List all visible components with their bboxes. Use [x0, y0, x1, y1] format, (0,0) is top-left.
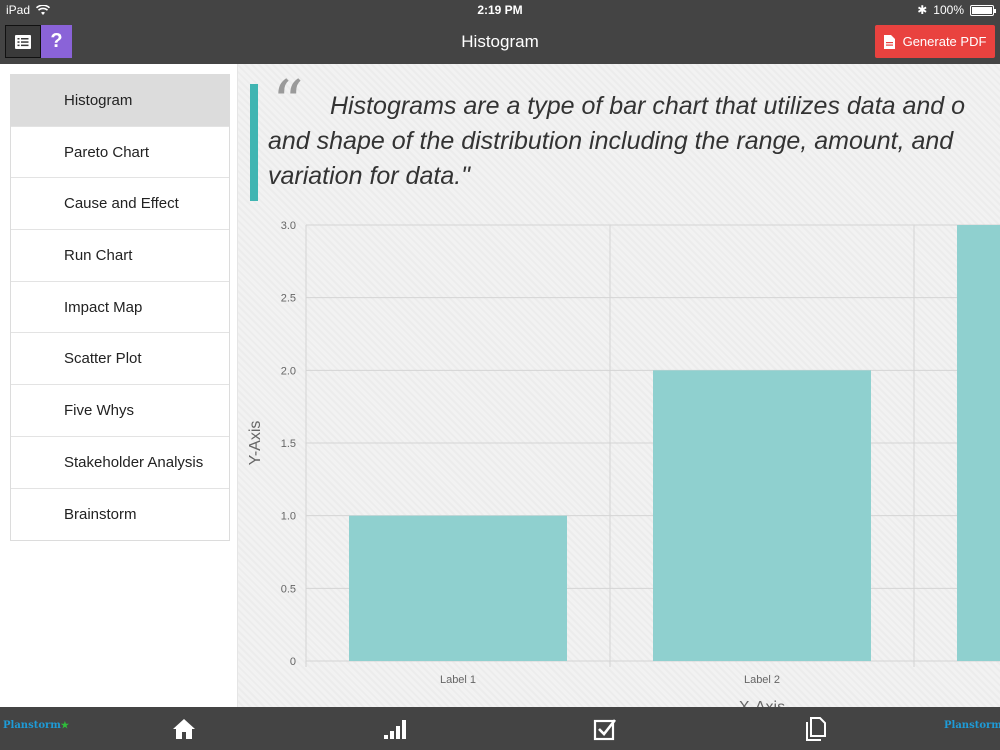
brand-logo-left: Planstorm★: [3, 720, 69, 731]
sidebar-item-pareto-chart[interactable]: Pareto Chart: [11, 126, 229, 179]
bluetooth-icon: ✱: [917, 3, 928, 17]
sidebar-item-run-chart[interactable]: Run Chart: [11, 230, 229, 282]
help-button[interactable]: ?: [41, 25, 72, 58]
y-axis-title: Y-Axis: [247, 421, 264, 466]
sidebar-item-impact-map[interactable]: Impact Map: [11, 281, 229, 334]
battery-icon: [970, 4, 996, 16]
sidebar-item-histogram[interactable]: Histogram: [11, 75, 229, 127]
quote-line-2: and shape of the distribution including …: [268, 127, 954, 155]
sidebar-item-cause-and-effect[interactable]: Cause and Effect: [11, 178, 229, 231]
y-tick-label: 1.5: [281, 438, 296, 450]
brand-logo-right: Planstorm★: [944, 720, 1000, 731]
sidebar-item-brainstorm[interactable]: Brainstorm: [11, 488, 229, 541]
description-quote: Histograms are a type of bar chart that …: [268, 89, 1000, 194]
sidebar-item-stakeholder-analysis[interactable]: Stakeholder Analysis: [11, 436, 229, 489]
home-icon[interactable]: [172, 717, 196, 741]
status-bar: iPad 2:19 PM ✱ 100%: [0, 0, 1000, 20]
y-tick-label: 2.0: [281, 365, 296, 377]
quote-line-1: Histograms are a type of bar chart that …: [330, 92, 966, 120]
list-icon: [15, 34, 31, 49]
bottom-tab-bar: Planstorm★ Planstorm★: [0, 707, 1000, 750]
histogram-bar[interactable]: [957, 225, 1000, 661]
sidebar-item-scatter-plot[interactable]: Scatter Plot: [11, 333, 229, 386]
documents-icon[interactable]: [804, 717, 828, 741]
nav-bar: ? Histogram Generate PDF: [0, 20, 1000, 64]
histogram-bar[interactable]: [653, 370, 871, 661]
page-title: Histogram: [461, 32, 539, 51]
x-tick-label: Label 2: [744, 674, 780, 686]
status-time: 2:19 PM: [477, 3, 523, 17]
x-tick-label: Label 1: [440, 674, 476, 686]
quote-line-3: variation for data.": [268, 162, 471, 190]
pdf-document-icon: [883, 34, 895, 49]
chart-type-list: Histogram Pareto Chart Cause and Effect …: [10, 74, 230, 542]
signal-bars-icon[interactable]: [383, 717, 407, 741]
y-tick-label: 2.5: [281, 293, 296, 305]
generate-pdf-button[interactable]: Generate PDF: [875, 25, 995, 58]
histogram-chart: 0 0.5 1.0 1.5 2.0 2.5 3.0 Label 1 Label 2 Y-Axis X…: [247, 220, 1000, 707]
battery-percent: 100%: [933, 3, 964, 17]
y-tick-label: 1.0: [281, 511, 296, 523]
quote-accent-bar: [250, 84, 258, 201]
main-content: “ Histograms are a type of bar chart tha…: [238, 64, 1000, 707]
x-axis-title: X-Axis: [739, 699, 785, 707]
menu-button[interactable]: [5, 25, 41, 58]
sidebar: Histogram Pareto Chart Cause and Effect …: [0, 64, 238, 707]
sidebar-item-five-whys[interactable]: Five Whys: [11, 385, 229, 437]
y-tick-label: 3.0: [281, 220, 296, 232]
generate-pdf-label: Generate PDF: [902, 34, 987, 49]
y-tick-label: 0: [290, 656, 296, 668]
checkbox-icon[interactable]: [593, 717, 617, 741]
y-tick-label: 0.5: [281, 583, 296, 595]
histogram-bar[interactable]: [349, 515, 567, 661]
